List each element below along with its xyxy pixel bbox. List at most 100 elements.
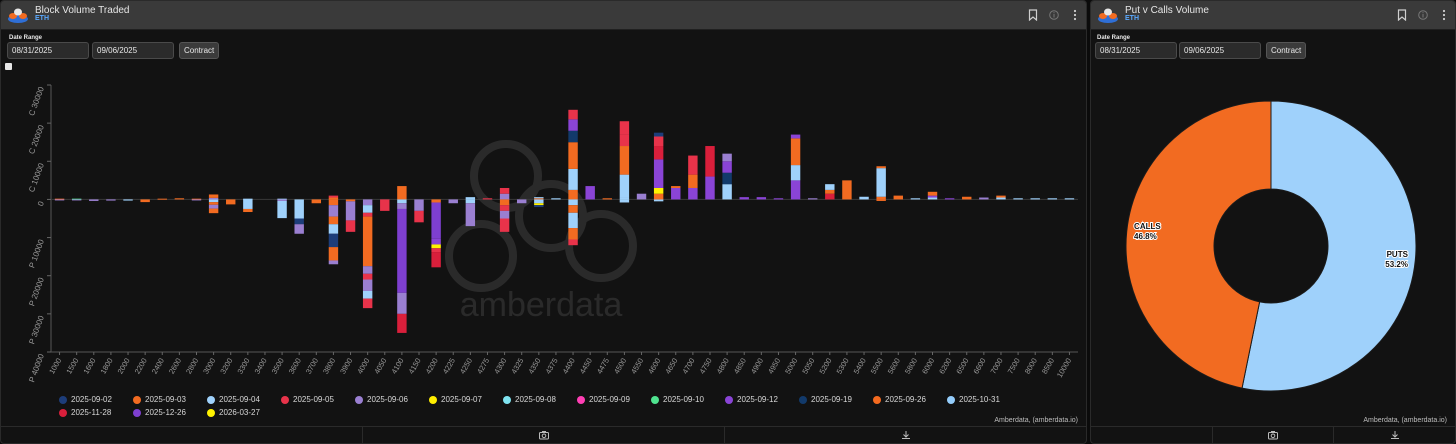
bar-segment[interactable] [927, 195, 938, 198]
bar-segment[interactable] [397, 292, 407, 314]
bar-segment[interactable] [790, 134, 801, 139]
bar-segment[interactable] [568, 239, 578, 246]
bar-segment[interactable] [345, 199, 356, 202]
bar-segment[interactable] [243, 199, 253, 209]
legend-item[interactable]: 2025-09-26 [873, 395, 947, 404]
bar-segment[interactable] [859, 196, 869, 200]
bar-segment[interactable] [653, 132, 664, 137]
bar-segment[interactable] [944, 198, 955, 200]
bar-segment[interactable] [653, 146, 664, 160]
bar-segment[interactable] [465, 199, 476, 204]
bar-segment[interactable] [397, 199, 407, 204]
bar-segment[interactable] [294, 199, 304, 219]
bar-segment[interactable] [54, 199, 65, 201]
legend-item[interactable]: 2025-09-12 [725, 395, 799, 404]
bar-segment[interactable] [448, 199, 458, 204]
bar-segment[interactable] [671, 187, 681, 200]
bar-segment[interactable] [653, 193, 664, 200]
bar-segment[interactable] [568, 205, 578, 213]
legend-item[interactable]: 2026-03-27 [207, 408, 281, 417]
bar-segment[interactable] [739, 197, 749, 200]
bar-segment[interactable] [328, 247, 339, 261]
bar-segment[interactable] [534, 203, 544, 206]
bar-segment[interactable] [362, 279, 373, 291]
bar-segment[interactable] [328, 205, 339, 217]
bar-segment[interactable] [619, 146, 630, 175]
bar-segment[interactable] [362, 298, 373, 309]
bar-segment[interactable] [1064, 198, 1075, 200]
bar-segment[interactable] [328, 199, 339, 206]
bar-segment[interactable] [893, 195, 903, 200]
bar-segment[interactable] [534, 205, 544, 208]
legend-item[interactable]: 2025-11-28 [59, 408, 133, 417]
legend-item[interactable]: 2025-10-31 [947, 395, 1021, 404]
bar-segment[interactable] [294, 218, 304, 225]
bar-segment[interactable] [996, 197, 1006, 200]
bar-segment[interactable] [208, 194, 219, 198]
bar-segment[interactable] [568, 228, 578, 240]
bar-segment[interactable] [962, 196, 972, 200]
bar-segment[interactable] [362, 212, 373, 217]
bar-segment[interactable] [311, 199, 322, 204]
bar-segment[interactable] [208, 199, 219, 203]
bar-segment[interactable] [602, 198, 612, 200]
bar-segment[interactable] [568, 119, 578, 131]
bar-segment[interactable] [568, 142, 578, 169]
bar-segment[interactable] [790, 138, 801, 166]
bar-segment[interactable] [619, 197, 630, 200]
bar-segment[interactable] [362, 273, 373, 280]
bar-segment[interactable] [328, 224, 339, 234]
bar-segment[interactable] [653, 136, 664, 147]
bar-segment[interactable] [722, 153, 732, 162]
bar-segment[interactable] [191, 199, 202, 201]
bar-segment[interactable] [328, 260, 339, 265]
bar-segment[interactable] [499, 218, 510, 232]
bar-segment[interactable] [705, 146, 715, 177]
legend-item[interactable]: 2025-09-04 [207, 395, 281, 404]
bar-segment[interactable] [226, 199, 236, 205]
pie-slice-calls[interactable] [1125, 100, 1272, 389]
bar-segment[interactable] [431, 244, 441, 249]
bar-segment[interactable] [807, 198, 818, 200]
download-button[interactable] [1334, 427, 1455, 443]
legend-item[interactable]: 2025-09-10 [651, 395, 725, 404]
bar-segment[interactable] [397, 186, 407, 200]
bar-segment[interactable] [671, 186, 681, 188]
bar-segment[interactable] [328, 233, 339, 248]
bar-segment[interactable] [328, 197, 339, 200]
bar-segment[interactable] [465, 197, 476, 200]
bar-segment[interactable] [431, 238, 441, 245]
bar-segment[interactable] [568, 212, 578, 229]
bar-segment[interactable] [499, 187, 510, 194]
bar-segment[interactable] [927, 191, 938, 196]
bar-segment[interactable] [876, 199, 886, 201]
bar-segment[interactable] [380, 199, 390, 211]
bar-segment[interactable] [277, 200, 287, 219]
bar-segment[interactable] [414, 210, 424, 223]
bar-segment[interactable] [790, 165, 801, 181]
bar-segment[interactable] [636, 193, 647, 200]
bar-segment[interactable] [208, 197, 219, 200]
download-button[interactable] [725, 427, 1086, 443]
bar-segment[interactable] [619, 174, 630, 198]
bar-segment[interactable] [362, 266, 373, 274]
bar-segment[interactable] [243, 208, 253, 213]
legend-item[interactable]: 2025-09-08 [503, 395, 577, 404]
bar-segment[interactable] [979, 197, 989, 200]
bar-segment[interactable] [140, 199, 150, 203]
bar-segment[interactable] [123, 199, 133, 201]
bar-segment[interactable] [790, 180, 801, 200]
legend-item[interactable]: 2025-09-09 [577, 395, 651, 404]
bar-segment[interactable] [362, 290, 373, 299]
bar-segment[interactable] [825, 189, 835, 194]
legend-item[interactable]: 2025-09-03 [133, 395, 207, 404]
legend-item[interactable]: 2025-09-05 [281, 395, 355, 404]
bar-segment[interactable] [174, 198, 185, 200]
bar-segment[interactable] [568, 109, 578, 120]
bar-segment[interactable] [568, 199, 578, 206]
bar-segment[interactable] [397, 203, 407, 209]
bar-segment[interactable] [397, 208, 407, 293]
bar-segment[interactable] [362, 205, 373, 213]
bar-segment[interactable] [106, 199, 116, 201]
legend-item[interactable]: 2025-09-07 [429, 395, 503, 404]
